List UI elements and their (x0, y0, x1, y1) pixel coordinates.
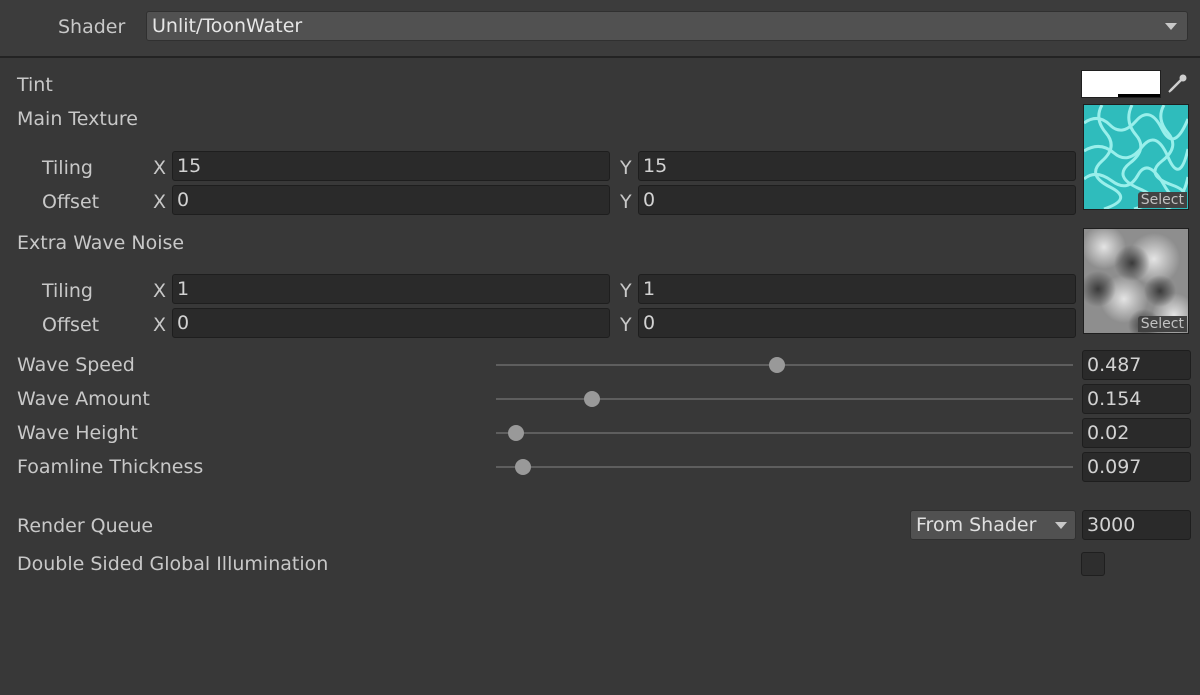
double-sided-gi-checkbox[interactable] (1081, 552, 1105, 576)
render-queue-mode-dropdown[interactable]: From Shader (910, 510, 1076, 540)
main-offset-x-label: X (153, 191, 167, 213)
main-tiling-label: Tiling (42, 157, 93, 179)
main-offset-y-field[interactable]: 0 (638, 185, 1076, 215)
main-tiling-y-field[interactable]: 15 (638, 151, 1076, 181)
chevron-down-icon (1165, 23, 1177, 30)
slider-handle[interactable] (584, 391, 601, 407)
slider-label: Wave Height (17, 422, 138, 444)
alpha-bar-left (1082, 94, 1118, 97)
noise-tiling-x-label: X (153, 280, 167, 302)
noise-offset-y-field[interactable]: 0 (638, 308, 1076, 338)
shader-value: Unlit/ToonWater (152, 15, 303, 37)
noise-tiling-y-field[interactable]: 1 (638, 274, 1076, 304)
main-tiling-x-field[interactable]: 15 (172, 151, 610, 181)
slider-value-field[interactable]: 0.097 (1082, 452, 1191, 482)
main-texture-select-button[interactable]: Select (1137, 192, 1187, 208)
main-offset-y-label: Y (620, 191, 632, 213)
slider-label: Wave Amount (17, 388, 150, 410)
extra-wave-noise-label: Extra Wave Noise (17, 232, 185, 254)
render-queue-field[interactable]: 3000 (1082, 510, 1191, 540)
noise-texture-select-button[interactable]: Select (1137, 316, 1187, 332)
slider-track[interactable] (496, 466, 1073, 468)
render-queue-mode-value: From Shader (916, 514, 1037, 536)
alpha-bar-right (1118, 94, 1160, 97)
slider-value-field[interactable]: 0.487 (1082, 350, 1191, 380)
slider-label: Wave Speed (17, 354, 135, 376)
noise-tiling-label: Tiling (42, 280, 93, 302)
slider-label: Foamline Thickness (17, 456, 204, 478)
tint-color-swatch[interactable] (1081, 70, 1161, 98)
main-tiling-y-label: Y (620, 157, 632, 179)
main-texture-thumbnail[interactable]: Select (1083, 104, 1189, 210)
slider-value-field[interactable]: 0.02 (1082, 418, 1191, 448)
slider-handle[interactable] (768, 357, 785, 373)
main-offset-x-field[interactable]: 0 (172, 185, 610, 215)
main-texture-label: Main Texture (17, 108, 138, 130)
shader-dropdown[interactable]: Unlit/ToonWater (146, 11, 1188, 41)
slider-value-field[interactable]: 0.154 (1082, 384, 1191, 414)
double-sided-gi-label: Double Sided Global Illumination (17, 553, 329, 575)
slider-track[interactable] (496, 432, 1073, 434)
eyedropper-icon[interactable] (1163, 70, 1191, 98)
shader-label: Shader (58, 16, 126, 38)
noise-offset-x-label: X (153, 314, 167, 336)
noise-texture-thumbnail[interactable]: Select (1083, 228, 1189, 334)
noise-offset-x-field[interactable]: 0 (172, 308, 610, 338)
slider-handle[interactable] (508, 425, 525, 441)
noise-tiling-x-field[interactable]: 1 (172, 274, 610, 304)
noise-offset-label: Offset (42, 314, 100, 336)
tint-label: Tint (17, 74, 53, 96)
render-queue-label: Render Queue (17, 515, 154, 537)
main-offset-label: Offset (42, 191, 100, 213)
slider-handle[interactable] (514, 459, 531, 475)
noise-tiling-y-label: Y (620, 280, 632, 302)
main-tiling-x-label: X (153, 157, 167, 179)
slider-track[interactable] (496, 398, 1073, 400)
shader-header: Shader Unlit/ToonWater (0, 0, 1200, 58)
chevron-down-icon (1055, 522, 1067, 529)
noise-offset-y-label: Y (620, 314, 632, 336)
